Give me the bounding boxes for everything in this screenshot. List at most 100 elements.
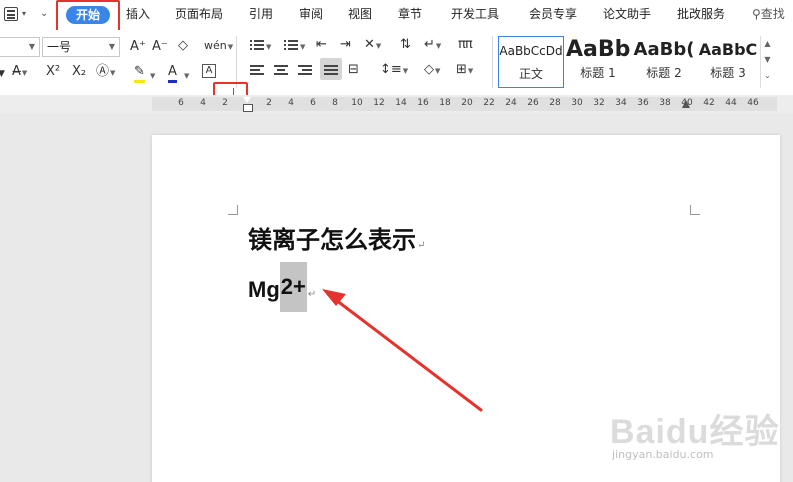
chevron-down-icon: ▼ [108, 42, 115, 51]
font-size-value: 一号 [47, 40, 72, 54]
quick-access-dropdown-icon[interactable]: ⌄ [40, 8, 48, 19]
ribbon: ▼ 一号 ▼ A⁺ A⁻ ◇ wén▼ ▼ A̶▼ X² X₂ Ⓐ▼ ✎ ▼ A… [0, 30, 793, 95]
tab-chapter[interactable]: 章节 [398, 0, 422, 30]
superscript-button[interactable]: X² [46, 64, 60, 80]
tab-insert[interactable]: 插入 [126, 0, 150, 30]
left-indent-marker[interactable] [243, 97, 253, 112]
ruler-tick: 2 [222, 98, 228, 108]
chevron-down-icon[interactable]: ▾ [22, 9, 26, 18]
text-effect-button[interactable]: Ⓐ▼ [96, 64, 115, 81]
chevron-down-icon[interactable]: ▼ [300, 39, 305, 55]
divider [492, 36, 493, 88]
ruler-tick: 24 [505, 98, 517, 108]
style-preview: AaBbC [698, 40, 758, 59]
menu-bar: ▾ ⌄ 开始 插入 页面布局 引用 审阅 视图 章节 开发工具 会员专享 论文助… [0, 0, 793, 32]
bullet-list-icon[interactable] [250, 40, 264, 52]
document-line-1[interactable]: 镁离子怎么表示↵ [248, 220, 425, 255]
decrease-indent-icon[interactable]: ⇤ [316, 37, 327, 53]
ruler-tick: 26 [527, 98, 539, 108]
ruler-tick: 10 [351, 98, 363, 108]
increase-indent-icon[interactable]: ⇥ [340, 37, 351, 53]
tab-paper-assistant[interactable]: 论文助手 [603, 0, 651, 30]
selected-text[interactable]: 2+ [279, 262, 307, 312]
chevron-down-icon[interactable]: ▼ [0, 66, 5, 82]
style-heading-2[interactable]: AaBb( 标题 2 [632, 36, 696, 88]
sort-icon[interactable]: ⇅ [400, 37, 411, 53]
ruler-tick: 12 [373, 98, 385, 108]
tab-review[interactable]: 审阅 [299, 0, 323, 30]
ruler-tick: 2 [266, 98, 272, 108]
show-marks-icon[interactable]: ↵▼ [424, 37, 441, 54]
tab-page-layout[interactable]: 页面布局 [175, 0, 223, 30]
subscript-button[interactable]: X₂ [72, 64, 86, 80]
strikethrough-button[interactable]: A̶▼ [12, 64, 27, 81]
ruler-tick: 20 [461, 98, 473, 108]
chevron-down-icon[interactable]: ▼ [266, 39, 271, 55]
clear-format-button[interactable]: ◇ [178, 38, 188, 54]
ruler[interactable]: 6 4 2 2 4 6 8 10 12 14 16 18 20 22 24 26… [0, 95, 793, 113]
chevron-down-icon: ▼ [28, 42, 35, 51]
align-center-icon[interactable] [274, 65, 288, 77]
align-justify-icon[interactable] [324, 65, 338, 77]
right-indent-marker[interactable] [682, 98, 690, 108]
styles-gallery-scroll[interactable]: ▲ ▼ ⌄ [760, 36, 774, 88]
ruler-tick: 18 [439, 98, 451, 108]
numbered-list-icon[interactable] [284, 40, 298, 52]
tab-view[interactable]: 视图 [348, 0, 372, 30]
style-heading-1[interactable]: AaBb 标题 1 [566, 36, 630, 88]
ruler-tick: 8 [332, 98, 338, 108]
ruler-tick: 32 [593, 98, 605, 108]
tab-member[interactable]: 会员专享 [529, 0, 577, 30]
style-name: 标题 2 [646, 66, 682, 80]
shading-icon[interactable]: ◇▼ [424, 62, 440, 79]
ruler-tick: 30 [571, 98, 583, 108]
margin-corner-mark [690, 205, 700, 215]
ruler-tick: 4 [200, 98, 206, 108]
paragraph-mark-icon: ↵ [417, 240, 426, 251]
borders-icon[interactable]: ⊞▼ [456, 62, 473, 79]
chinese-layout-icon[interactable]: ✕▼ [364, 37, 381, 54]
align-right-icon[interactable] [298, 65, 312, 77]
highlight-button[interactable]: ✎ [134, 64, 145, 83]
font-size-select[interactable]: 一号 ▼ [42, 37, 120, 57]
chevron-down-icon[interactable]: ▼ [150, 68, 155, 84]
shrink-font-button[interactable]: A⁻ [152, 39, 168, 55]
font-name-select[interactable]: ▼ [0, 37, 40, 57]
font-color-button[interactable]: A [168, 64, 177, 83]
grow-font-button[interactable]: A⁺ [130, 39, 146, 55]
style-normal[interactable]: AaBbCcDd 正文 [498, 36, 564, 88]
app-menu-icon[interactable] [4, 7, 18, 21]
line-2-prefix: Mg [248, 276, 280, 302]
char-border-button[interactable]: A [202, 64, 216, 78]
ruler-tick: 14 [395, 98, 407, 108]
tab-stops-icon[interactable]: ππ [458, 37, 473, 53]
search-button[interactable]: ⚲查找 [752, 5, 785, 22]
annotation-box-home-tab [56, 0, 120, 32]
chevron-down-icon: ▼ [227, 43, 234, 51]
chevron-down-icon[interactable]: ▼ [764, 55, 770, 64]
pinyin-button[interactable]: wén▼ [204, 38, 233, 55]
style-name: 标题 3 [710, 66, 746, 80]
ruler-tick: 4 [288, 98, 294, 108]
margin-corner-mark [228, 205, 238, 215]
chevron-down-icon[interactable]: ▼ [184, 68, 189, 84]
watermark-brand: Baidu经验 [610, 413, 780, 451]
ruler-tick: 38 [659, 98, 671, 108]
ruler-tick: 44 [725, 98, 737, 108]
align-left-icon[interactable] [250, 65, 264, 77]
document-line-2[interactable]: Mg2+ ↵ [248, 262, 316, 312]
chevron-up-icon[interactable]: ▲ [764, 39, 770, 48]
line-spacing-icon[interactable]: ↕≡▼ [380, 62, 408, 79]
distributed-align-icon[interactable]: ⊟ [348, 62, 359, 78]
text-effect-icon: Ⓐ [96, 64, 110, 79]
ruler-tick: 16 [417, 98, 429, 108]
ruler-tick: 34 [615, 98, 627, 108]
tab-developer[interactable]: 开发工具 [451, 0, 499, 30]
ruler-tick: 46 [747, 98, 759, 108]
ruler-tick: 22 [483, 98, 495, 108]
style-heading-3[interactable]: AaBbC 标题 3 [696, 36, 760, 88]
tab-references[interactable]: 引用 [249, 0, 273, 30]
more-icon[interactable]: ⌄ [764, 71, 771, 80]
ruler-tick: 28 [549, 98, 561, 108]
tab-grading[interactable]: 批改服务 [677, 0, 725, 30]
